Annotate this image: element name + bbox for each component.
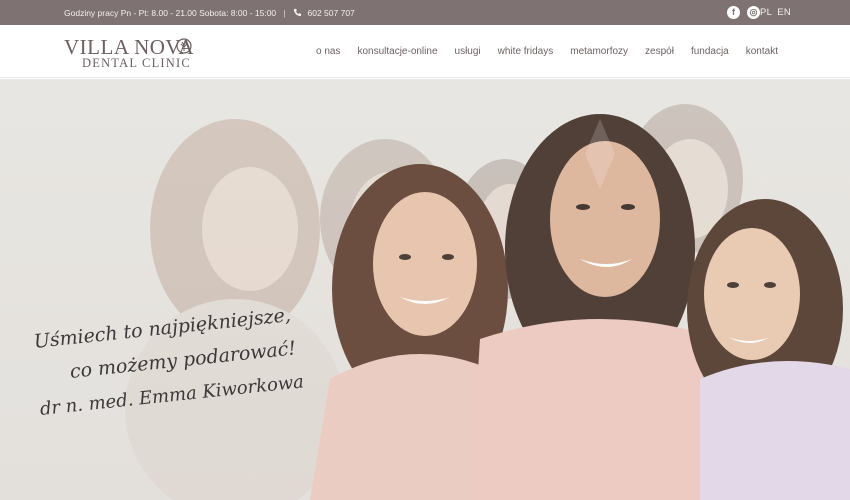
nav-item-metamorfozy[interactable]: metamorfozy <box>570 46 628 57</box>
language-switcher: PL EN <box>760 7 793 18</box>
main-nav: o nas konsultacje-online usługi white fr… <box>316 46 778 57</box>
nav-item-zespol[interactable]: zespół <box>645 46 674 57</box>
top-info-bar: Godziny pracy Pn - Pt: 8.00 - 21.00 Sobo… <box>0 0 850 25</box>
nav-item-konsultacje-online[interactable]: konsultacje-online <box>357 46 437 57</box>
logo[interactable]: VILLA NOVA DENTAL CLINIC <box>64 35 214 71</box>
hero-photo <box>0 79 850 500</box>
site-header: VILLA NOVA DENTAL CLINIC o nas konsultac… <box>0 25 850 78</box>
nav-item-fundacja[interactable]: fundacja <box>691 46 729 57</box>
social-links: f ◎ <box>727 6 760 19</box>
tree-icon <box>176 38 192 54</box>
logo-subtitle: DENTAL CLINIC <box>82 56 191 70</box>
phone-icon <box>294 8 302 17</box>
lang-pl[interactable]: PL <box>760 7 772 18</box>
facebook-icon[interactable]: f <box>727 6 740 19</box>
instagram-icon[interactable]: ◎ <box>747 6 760 19</box>
nav-item-o-nas[interactable]: o nas <box>316 46 340 57</box>
hours-text: Godziny pracy Pn - Pt: 8.00 - 21.00 Sobo… <box>64 8 277 18</box>
lang-en[interactable]: EN <box>777 7 791 18</box>
phone-number[interactable]: 602 507 707 <box>308 8 355 18</box>
separator: | <box>283 8 286 18</box>
opening-hours: Godziny pracy Pn - Pt: 8.00 - 21.00 Sobo… <box>64 8 355 18</box>
nav-item-uslugi[interactable]: usługi <box>455 46 481 57</box>
nav-item-white-fridays[interactable]: white fridays <box>498 46 554 57</box>
hero-banner: Uśmiech to najpiękniejsze, co możemy pod… <box>0 79 850 500</box>
nav-item-kontakt[interactable]: kontakt <box>746 46 778 57</box>
